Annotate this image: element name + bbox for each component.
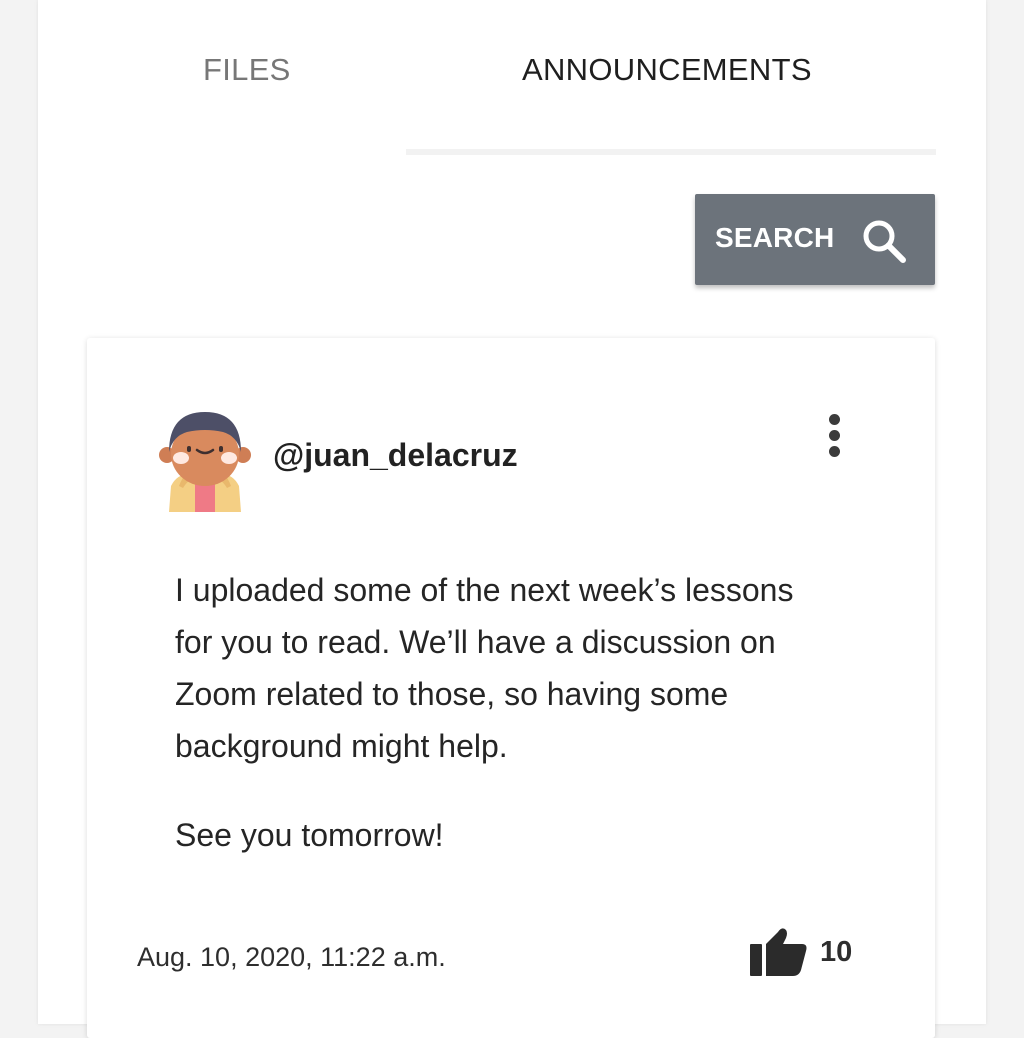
announcement-card: @juan_delacruz I uploaded some of the ne… [87,338,935,1038]
search-button[interactable]: SEARCH [695,194,935,285]
post-closing-text: See you tomorrow! [175,817,444,853]
post-timestamp: Aug. 10, 2020, 11:22 a.m. [137,942,446,972]
active-tab-indicator [406,149,936,155]
post-author-username[interactable]: @juan_delacruz [273,437,518,474]
tab-announcements[interactable]: ANNOUNCEMENTS [522,52,812,88]
search-icon [863,220,906,263]
search-button-label: SEARCH [715,222,835,253]
tab-files[interactable]: FILES [203,52,291,88]
more-vertical-icon[interactable] [820,412,850,458]
post-body-text: I uploaded some of the next week’s lesso… [175,572,794,764]
like-count: 10 [820,936,853,968]
thumbs-up-icon[interactable] [748,924,810,978]
post-content: I uploaded some of the next week’s lesso… [175,564,835,861]
avatar [159,412,251,512]
app-page: FILES ANNOUNCEMENTS SEARCH @juan_delacru… [38,0,986,1038]
